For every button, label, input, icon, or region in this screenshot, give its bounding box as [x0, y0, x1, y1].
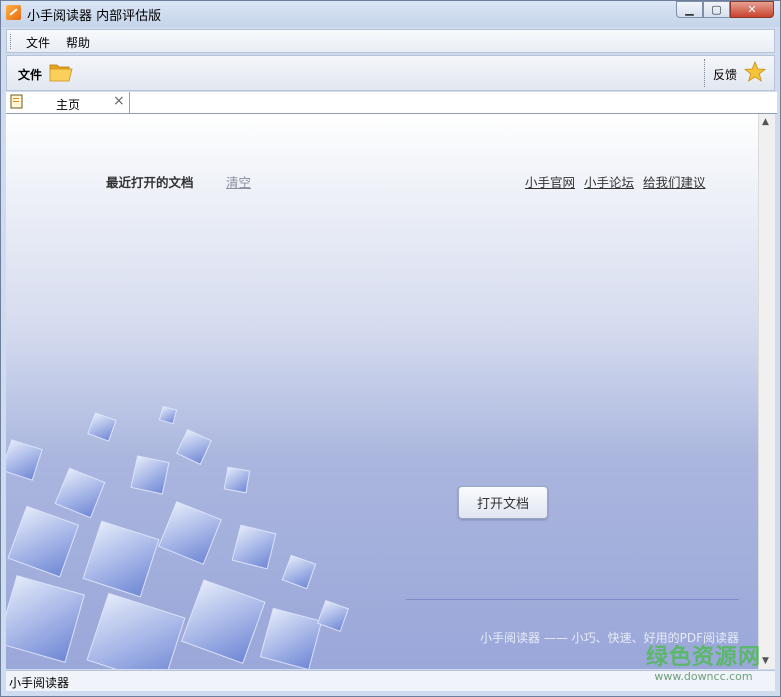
title-bar[interactable]: 小手阅读器 内部评估版 ▁ ▢ ✕ [1, 1, 780, 27]
scroll-up-icon[interactable]: ▲ [762, 117, 769, 127]
divider [406, 599, 739, 600]
header-links: 小手官网 小手论坛 给我们建议 [525, 172, 711, 191]
official-site-link[interactable]: 小手官网 [525, 175, 575, 190]
tab-home-label: 主页 [56, 98, 81, 112]
suggestion-link[interactable]: 给我们建议 [643, 175, 706, 190]
open-folder-icon[interactable] [49, 62, 73, 82]
window-title: 小手阅读器 内部评估版 [27, 9, 162, 24]
recent-documents-label: 最近打开的文档 [106, 175, 194, 190]
forum-link[interactable]: 小手论坛 [584, 175, 634, 190]
document-icon [10, 94, 23, 109]
scroll-down-icon[interactable]: ▼ [762, 656, 769, 666]
toolbar-file-label[interactable]: 文件 [18, 66, 42, 83]
maximize-icon: ▢ [711, 3, 722, 16]
menu-bar: 文件 帮助 [6, 29, 775, 53]
maximize-button[interactable]: ▢ [703, 1, 730, 18]
clear-recent-link[interactable]: 清空 [226, 172, 251, 191]
menu-grip[interactable] [10, 34, 13, 49]
tab-strip: 主页 × [6, 92, 777, 114]
site-watermark: 绿色资源网 www.downcc.com [646, 645, 762, 683]
watermark-url: www.downcc.com [654, 670, 753, 683]
toolbar: 文件 反馈 [6, 55, 775, 91]
minimize-icon: ▁ [685, 3, 694, 16]
app-window: 小手阅读器 内部评估版 ▁ ▢ ✕ 文件 帮助 文件 反馈 主页 × 最近打开的… [0, 0, 781, 697]
minimize-button[interactable]: ▁ [676, 1, 703, 18]
window-controls: ▁ ▢ ✕ [676, 1, 774, 19]
tab-close-icon[interactable]: × [113, 93, 125, 109]
vertical-scrollbar[interactable]: ▲ ▼ [758, 114, 775, 669]
decorative-cubes-graphic [6, 405, 350, 669]
open-document-button[interactable]: 打开文档 [458, 486, 548, 519]
slogan-text: 小手阅读器 —— 小巧、快速、好用的PDF阅读器 [480, 631, 740, 645]
home-page: 最近打开的文档 清空 小手官网 小手论坛 给我们建议 打开文档 小手阅读器 ——… [6, 114, 758, 669]
feedback-star-icon[interactable] [744, 61, 766, 83]
menu-file[interactable]: 文件 [26, 34, 50, 51]
app-logo-icon [6, 5, 21, 20]
menu-help[interactable]: 帮助 [66, 34, 90, 51]
tab-home[interactable]: 主页 × [6, 92, 130, 113]
close-button[interactable]: ✕ [730, 1, 774, 18]
close-icon: ✕ [747, 3, 757, 16]
watermark-main: 绿色资源网 [646, 645, 762, 670]
status-text: 小手阅读器 [9, 676, 70, 690]
toolbar-separator [704, 59, 705, 87]
feedback-label[interactable]: 反馈 [713, 66, 737, 83]
